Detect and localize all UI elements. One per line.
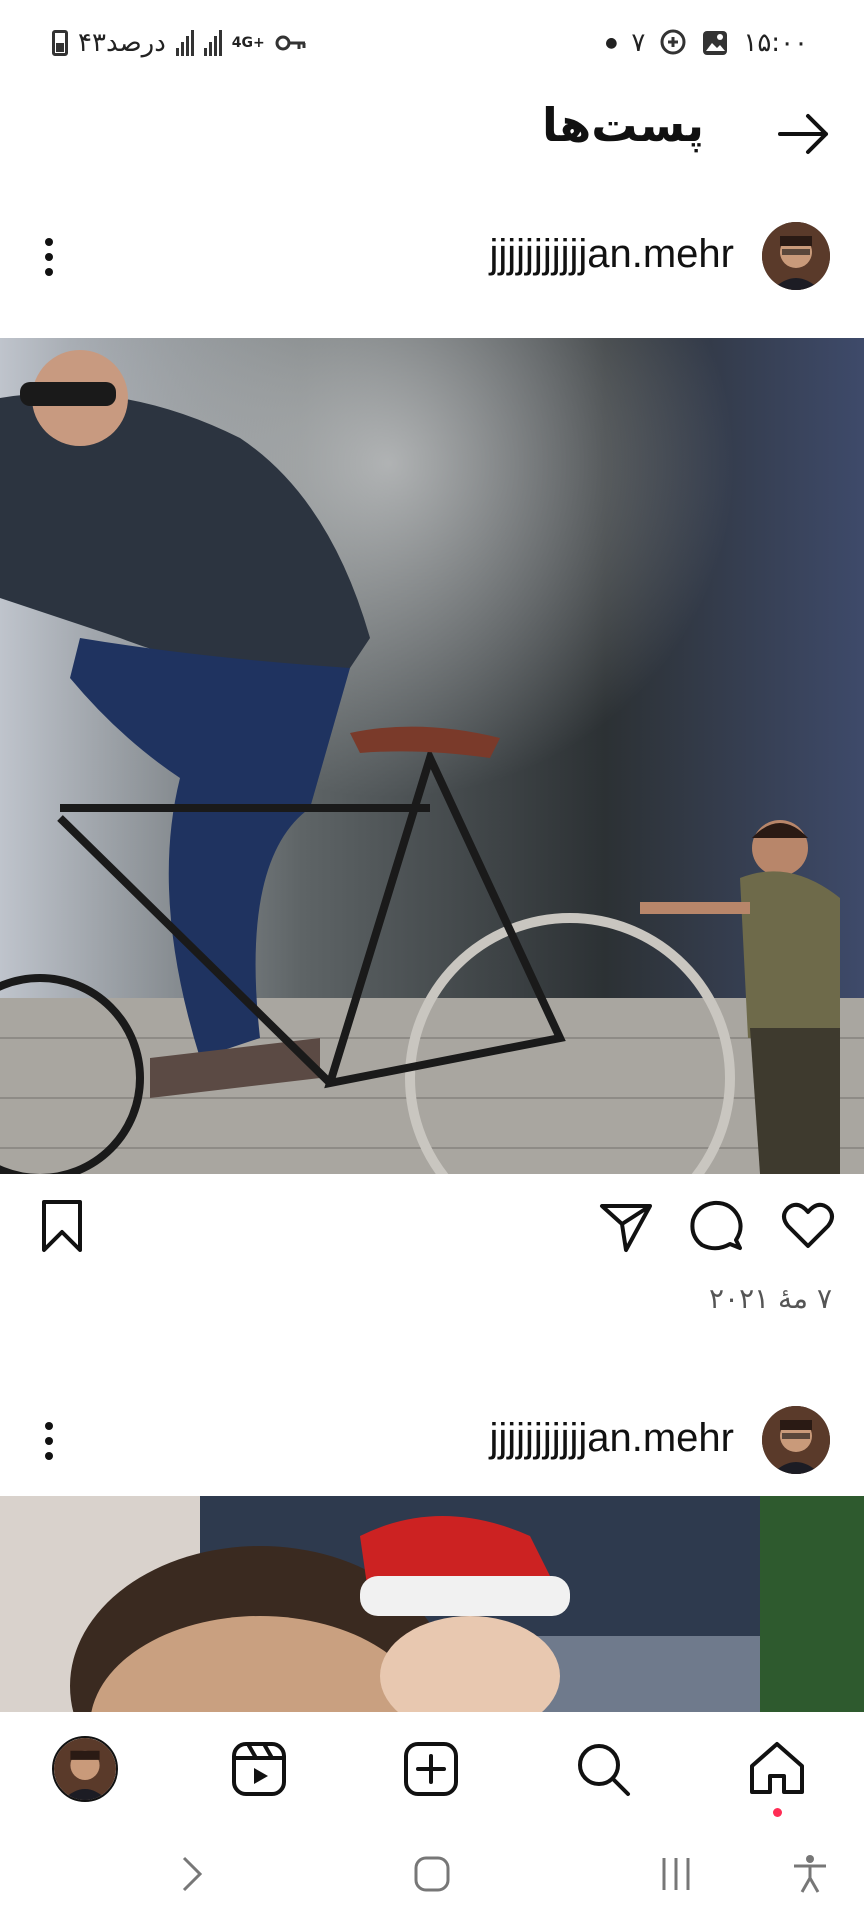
battery-icon (52, 30, 68, 56)
post-image[interactable] (0, 338, 864, 1174)
recents-icon[interactable] (654, 1852, 698, 1896)
home-icon[interactable] (744, 1736, 810, 1802)
notification-count: ۷ (631, 28, 646, 58)
post-image-2[interactable] (0, 1496, 864, 1712)
notification-dot (773, 1808, 782, 1817)
avatar[interactable] (762, 1406, 830, 1474)
add-post-icon[interactable] (398, 1736, 464, 1802)
post-header: jjjjjjjjjjjan.mehr (0, 214, 864, 304)
post-date: ۷ مهٔ ۲۰۲۱ (708, 1282, 832, 1315)
signal-icon-2 (203, 30, 222, 56)
status-left: ۴۳درصد 4G+ (52, 28, 307, 58)
signal-icon (175, 30, 194, 56)
bottom-nav (0, 1712, 864, 1822)
accessibility-icon[interactable] (788, 1852, 832, 1896)
network-type: 4G+ (231, 35, 265, 51)
post-actions (0, 1190, 864, 1260)
more-vertical-icon[interactable] (36, 1416, 62, 1466)
clock: ۱۵:۰۰ (743, 28, 808, 58)
battery-text: ۴۳درصد (78, 28, 166, 58)
search-icon[interactable] (570, 1736, 636, 1802)
gallery-icon (703, 31, 728, 55)
top-header: پست‌ها (0, 90, 864, 180)
status-bar: ۴۳درصد 4G+ ● ۷ ۱۵:۰۰ (0, 0, 864, 90)
comment-icon[interactable] (688, 1198, 744, 1254)
post-username[interactable]: jjjjjjjjjjjan.mehr (490, 232, 735, 277)
page-title: پست‌ها (542, 98, 704, 152)
avatar[interactable] (762, 222, 830, 290)
home-button-icon[interactable] (410, 1852, 454, 1896)
vpn-key-icon (275, 35, 306, 51)
status-right: ● ۷ ۱۵:۰۰ (605, 28, 808, 58)
post-username[interactable]: jjjjjjjjjjjan.mehr (490, 1416, 735, 1461)
profile-avatar[interactable] (52, 1736, 118, 1802)
bookmark-icon[interactable] (34, 1198, 90, 1254)
more-vertical-icon[interactable] (36, 232, 62, 282)
heart-icon[interactable] (780, 1198, 836, 1254)
reels-icon[interactable] (226, 1736, 292, 1802)
send-icon[interactable] (598, 1198, 654, 1254)
dot-icon: ● (605, 35, 618, 51)
add-circle-icon (660, 29, 686, 55)
chevron-right-icon[interactable] (170, 1852, 214, 1896)
post-header-2: jjjjjjjjjjjan.mehr (0, 1398, 864, 1488)
system-navigation (0, 1822, 864, 1920)
arrow-right-icon[interactable] (774, 104, 834, 164)
